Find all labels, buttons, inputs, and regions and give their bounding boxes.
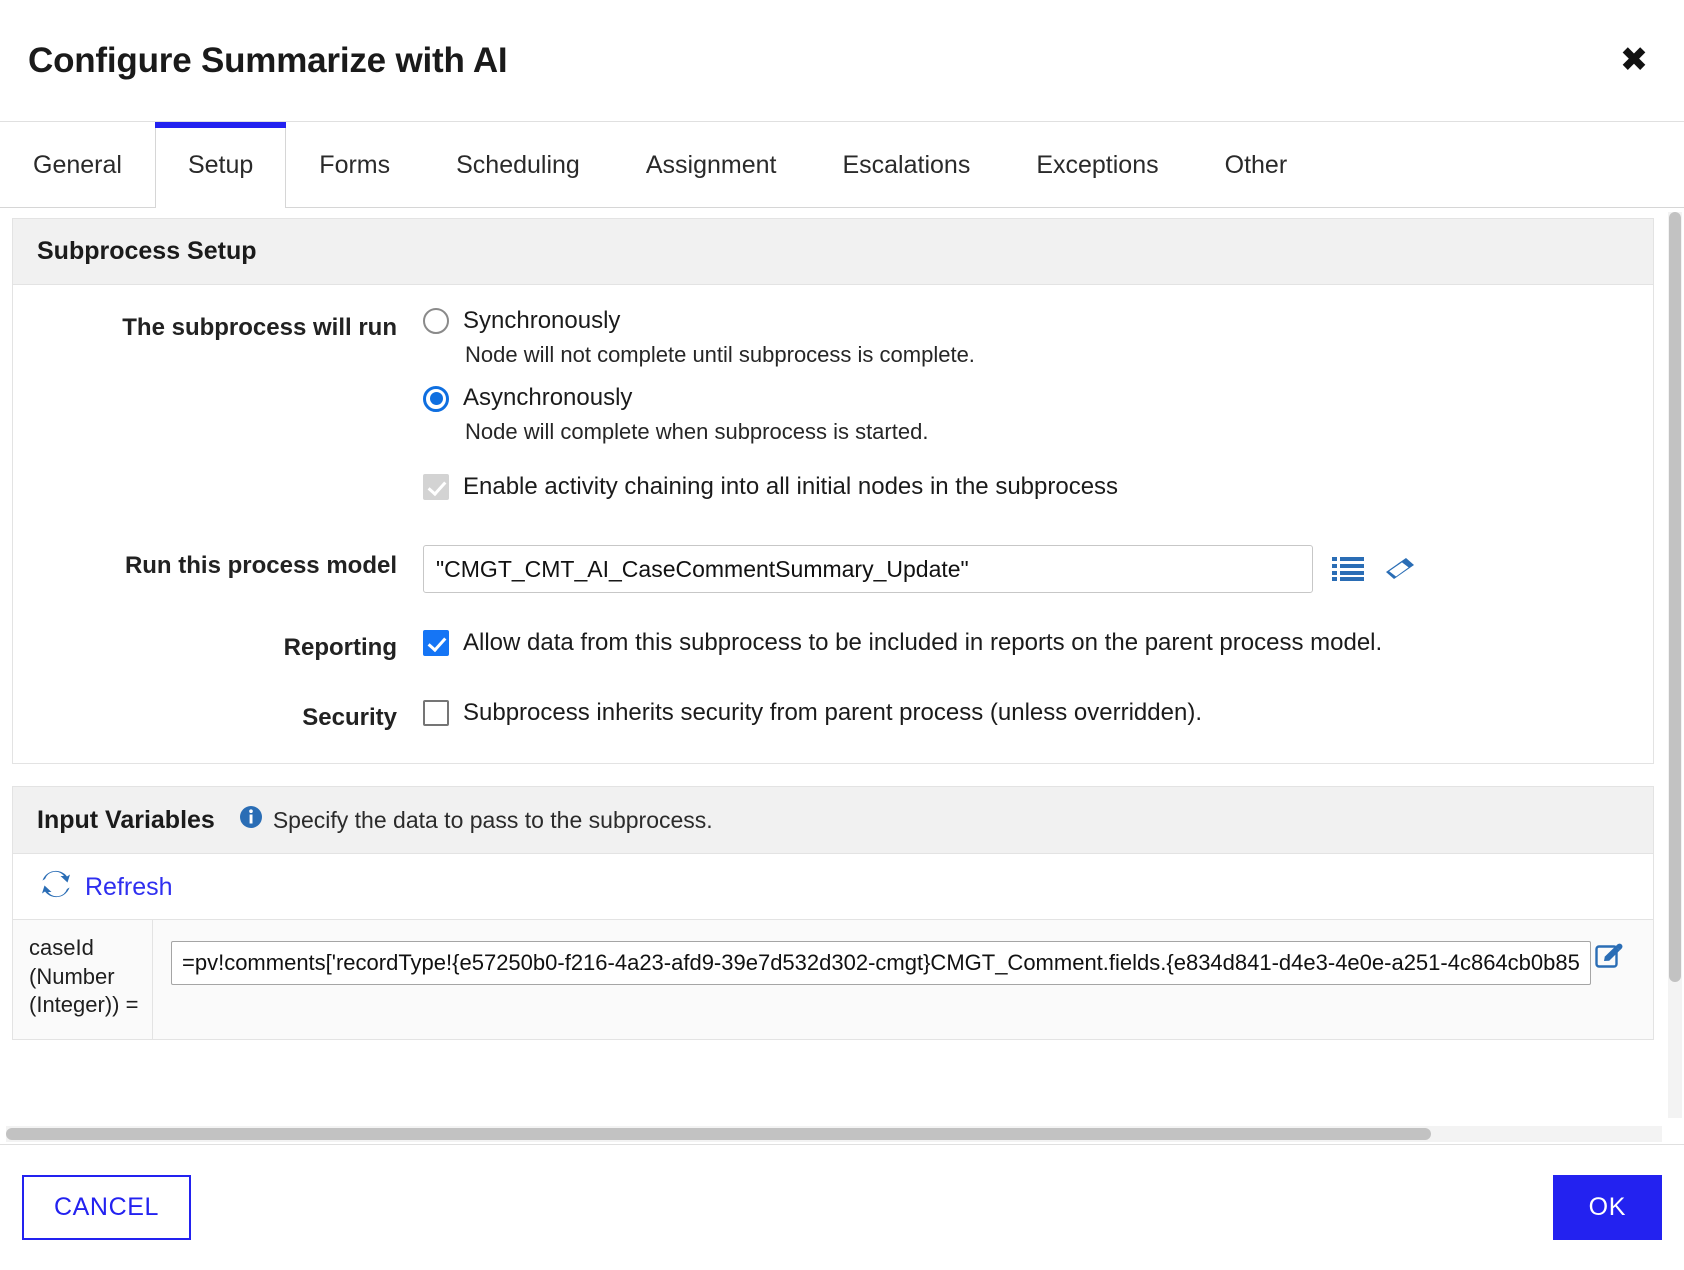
input-variables-table: caseId (Number (Integer)) =	[13, 919, 1653, 1040]
security-checkbox[interactable]	[423, 700, 449, 727]
subprocess-setup-panel: Subprocess Setup The subprocess will run…	[12, 218, 1654, 765]
radio-synchronously-desc: Node will not complete until subprocess …	[465, 341, 975, 367]
tab-general[interactable]: General	[0, 122, 155, 207]
dialog-footer: CANCEL OK	[0, 1144, 1684, 1270]
run-mode-row: The subprocess will run Synchronously No…	[13, 307, 1653, 503]
security-row: Security Subprocess inherits security fr…	[13, 697, 1653, 733]
radio-synchronously-label: Synchronously	[463, 307, 621, 334]
horizontal-scrollbar-thumb[interactable]	[6, 1128, 1431, 1140]
ok-button[interactable]: OK	[1552, 1175, 1662, 1240]
subprocess-setup-title: Subprocess Setup	[37, 237, 257, 265]
content-scroll-area: Subprocess Setup The subprocess will run…	[0, 208, 1666, 1122]
radio-asynchronously-label: Asynchronously	[463, 384, 633, 412]
reporting-checkbox-row[interactable]: Allow data from this subprocess to be in…	[423, 627, 1453, 659]
security-label: Security	[302, 704, 397, 732]
run-mode-field: Synchronously Node will not complete unt…	[423, 307, 1653, 503]
subprocess-setup-body: The subprocess will run Synchronously No…	[13, 285, 1653, 763]
tab-bar: General Setup Forms Scheduling Assignmen…	[0, 122, 1684, 208]
radio-asynchronously-input[interactable]	[423, 385, 449, 412]
horizontal-scrollbar[interactable]	[6, 1126, 1662, 1142]
reporting-checkbox[interactable]	[423, 630, 449, 657]
refresh-label: Refresh	[85, 873, 173, 902]
input-variables-header: Input Variables Specify the data to pass…	[13, 787, 1653, 855]
vertical-scrollbar-thumb[interactable]	[1669, 212, 1681, 982]
tab-setup[interactable]: Setup	[154, 122, 287, 208]
security-checkbox-row[interactable]: Subprocess inherits security from parent…	[423, 697, 1627, 729]
cancel-button[interactable]: CANCEL	[22, 1175, 192, 1240]
dialog-titlebar: Configure Summarize with AI ✖	[0, 0, 1684, 122]
variable-value-cell	[153, 920, 1653, 1039]
edit-expression-icon[interactable]	[1595, 942, 1623, 975]
input-variables-title: Input Variables	[37, 805, 215, 834]
tab-other[interactable]: Other	[1192, 122, 1321, 207]
process-model-input-row	[423, 545, 1627, 594]
reporting-checkbox-label: Allow data from this subprocess to be in…	[463, 629, 1383, 657]
close-icon[interactable]: ✖	[1612, 38, 1656, 82]
radio-asynchronously-desc: Node will complete when subprocess is st…	[465, 418, 929, 444]
eraser-icon[interactable]	[1383, 552, 1417, 586]
dialog-content: Subprocess Setup The subprocess will run…	[0, 208, 1684, 1144]
subprocess-setup-header: Subprocess Setup	[13, 219, 1653, 285]
activity-chaining-checkbox	[423, 474, 449, 501]
process-model-input[interactable]	[423, 545, 1313, 594]
process-model-row: Run this process model	[13, 545, 1653, 594]
radio-synchronously[interactable]: Synchronously	[423, 307, 1627, 336]
page-title: Configure Summarize with AI	[28, 40, 508, 80]
activity-chaining-label: Enable activity chaining into all initia…	[463, 473, 1119, 501]
radio-synchronously-input[interactable]	[423, 308, 449, 335]
tab-assignment[interactable]: Assignment	[613, 122, 810, 207]
process-model-label: Run this process model	[124, 552, 397, 580]
variable-name-cell: caseId (Number (Integer)) =	[13, 920, 153, 1040]
refresh-button[interactable]: Refresh	[41, 870, 173, 905]
input-variables-hint-text: Specify the data to pass to the subproce…	[272, 806, 713, 833]
configure-dialog: Configure Summarize with AI ✖ General Se…	[0, 0, 1684, 1270]
tab-escalations[interactable]: Escalations	[809, 122, 1003, 207]
input-variables-panel: Input Variables Specify the data to pass…	[12, 786, 1654, 1041]
radio-asynchronously[interactable]: Asynchronously	[423, 384, 1627, 413]
tab-forms[interactable]: Forms	[286, 122, 423, 207]
process-model-field	[423, 545, 1653, 594]
reporting-field: Allow data from this subprocess to be in…	[423, 627, 1653, 659]
info-icon	[239, 805, 263, 835]
reporting-row: Reporting Allow data from this subproces…	[13, 627, 1653, 663]
tab-scheduling[interactable]: Scheduling	[423, 122, 613, 207]
security-checkbox-label: Subprocess inherits security from parent…	[463, 699, 1202, 727]
run-mode-label: The subprocess will run	[122, 314, 397, 341]
variable-value-input[interactable]	[171, 941, 1591, 986]
security-field: Subprocess inherits security from parent…	[423, 697, 1653, 729]
activity-chaining-row[interactable]: Enable activity chaining into all initia…	[423, 471, 1627, 503]
refresh-bar: Refresh	[13, 854, 1653, 919]
vertical-scrollbar[interactable]	[1668, 212, 1682, 1118]
reporting-label: Reporting	[283, 634, 397, 662]
input-variables-hint: Specify the data to pass to the subproce…	[239, 805, 713, 835]
tab-exceptions[interactable]: Exceptions	[1003, 122, 1191, 207]
refresh-icon	[41, 870, 71, 905]
list-picker-icon[interactable]	[1331, 552, 1365, 586]
